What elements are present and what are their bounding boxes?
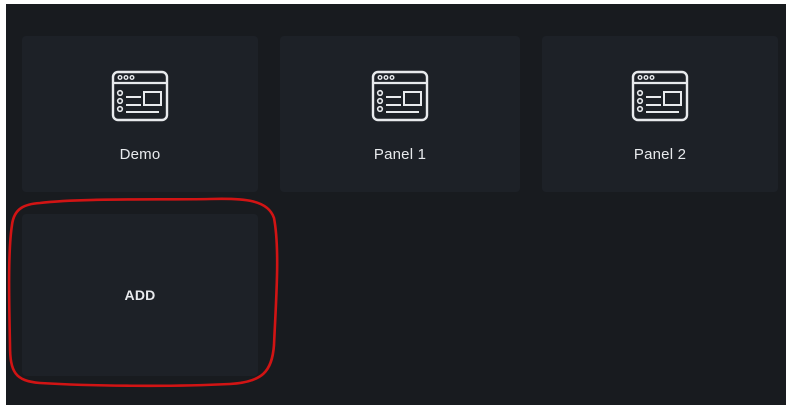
tile-panel-2[interactable]: Panel 2 [542, 36, 778, 192]
tile-panel-1[interactable]: Panel 1 [280, 36, 520, 192]
add-tile-button[interactable]: ADD [22, 214, 258, 376]
tile-label: Demo [119, 146, 161, 163]
add-tile-label: ADD [124, 287, 156, 303]
dashboard-window-icon [111, 70, 169, 122]
tile-label: Panel 1 [373, 146, 427, 163]
dashboard-window-icon [631, 70, 689, 122]
dashboard-grid: Demo Panel 1 Panel 2 ADD [6, 4, 786, 405]
dashboard-window-icon [371, 70, 429, 122]
tile-demo[interactable]: Demo [22, 36, 258, 192]
tile-label: Panel 2 [633, 146, 687, 163]
